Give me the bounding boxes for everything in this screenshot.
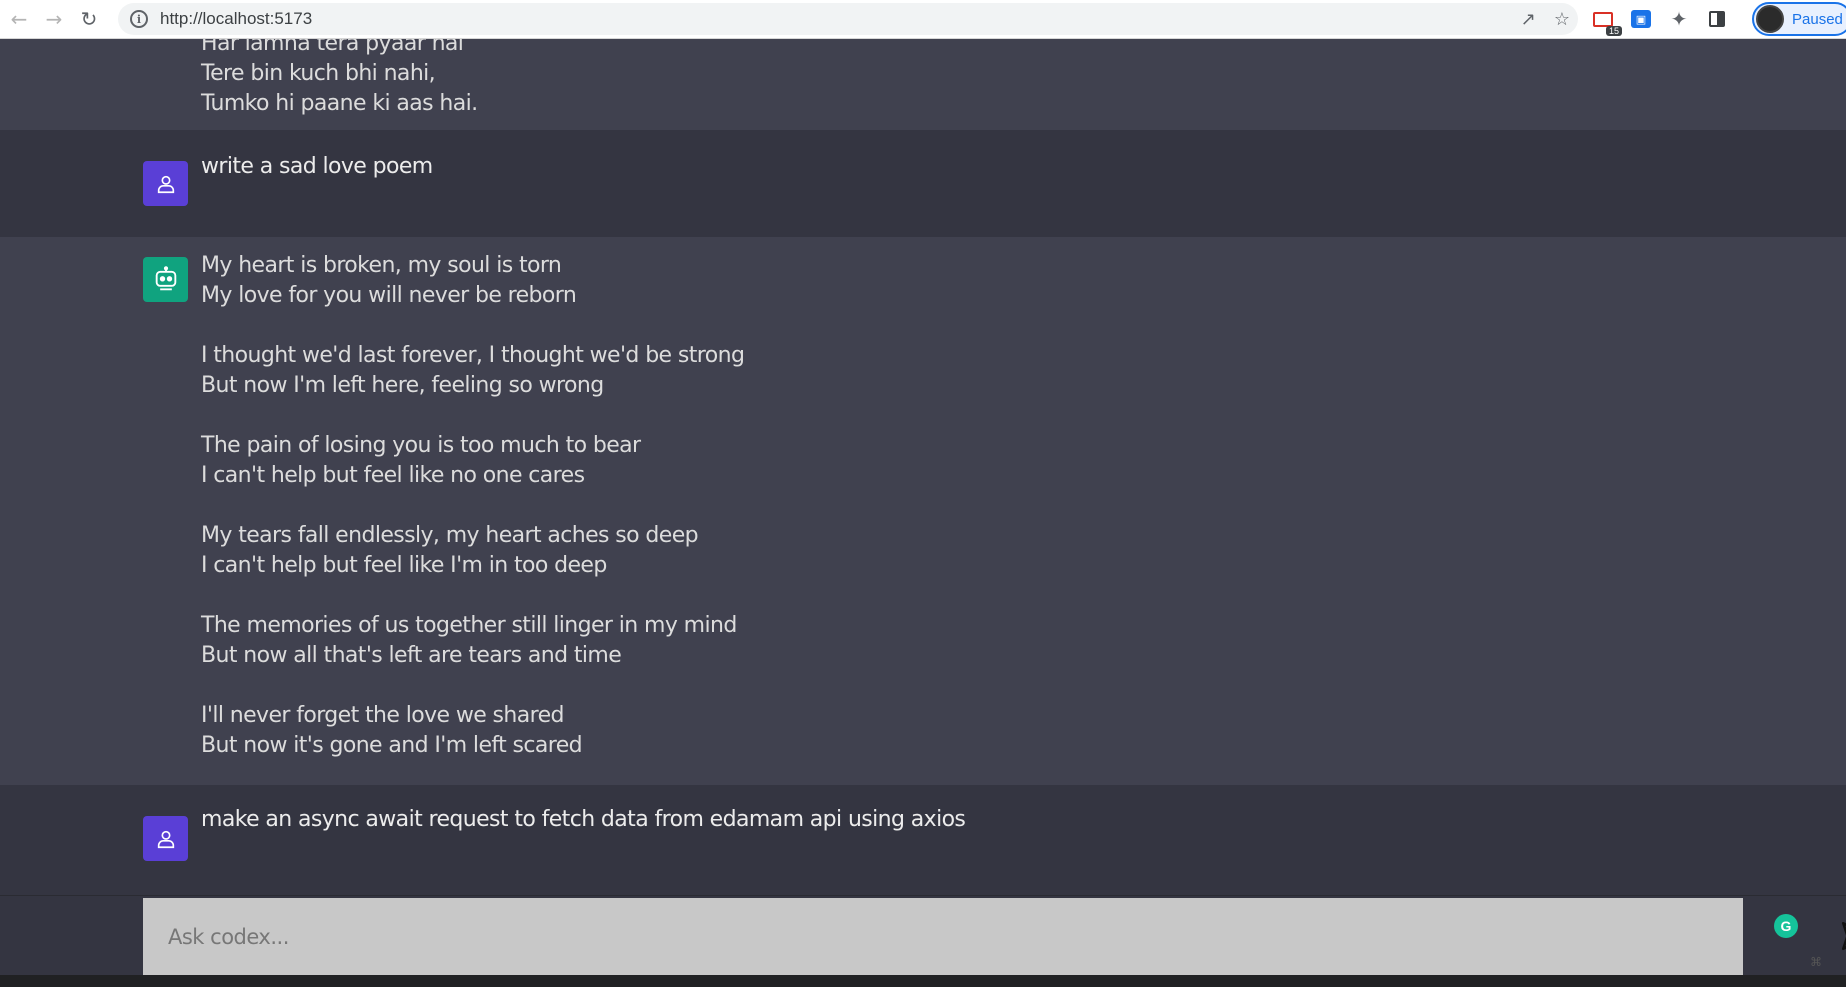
send-icon xyxy=(1841,921,1846,951)
bottom-strip xyxy=(0,975,1846,987)
user-avatar xyxy=(143,816,188,861)
prompt-box: G ⌘ xyxy=(143,898,1846,976)
share-icon[interactable]: ↗ xyxy=(1521,9,1536,30)
url-text[interactable]: http://localhost:5173 xyxy=(160,9,312,29)
user-message: make an async await request to fetch dat… xyxy=(0,785,1846,895)
bookmark-star-icon[interactable]: ☆ xyxy=(1554,9,1570,30)
back-icon[interactable]: ← xyxy=(3,3,35,35)
user-icon xyxy=(157,175,174,193)
address-bar[interactable]: i http://localhost:5173 ↗ ☆ xyxy=(118,3,1578,35)
user-message: write a sad love poem xyxy=(0,130,1846,237)
cast-extension-icon[interactable]: 15 xyxy=(1590,6,1622,36)
browser-toolbar: ← → ↻ i http://localhost:5173 ↗ ☆ 15 ▣ ✦… xyxy=(0,0,1846,39)
forward-icon[interactable]: → xyxy=(38,3,70,35)
send-button[interactable] xyxy=(1836,916,1846,956)
user-message-text: write a sad love poem xyxy=(201,154,433,179)
prompt-bar: G ⌘ xyxy=(0,895,1846,976)
robot-icon xyxy=(155,265,176,290)
chat-container: Har lamha tera pyaar hai Tere bin kuch b… xyxy=(0,39,1846,895)
resize-handle-icon[interactable]: ⌘ xyxy=(1810,955,1822,969)
profile-button[interactable]: Paused xyxy=(1752,2,1846,36)
user-message-text: make an async await request to fetch dat… xyxy=(201,807,966,832)
site-info-icon[interactable]: i xyxy=(130,10,148,28)
reader-extension-icon[interactable]: ▣ xyxy=(1628,6,1654,32)
reload-icon[interactable]: ↻ xyxy=(73,3,105,35)
bot-message-clipped-line: Har lamha tera pyaar hai xyxy=(201,39,464,56)
profile-avatar xyxy=(1756,5,1784,33)
profile-status: Paused xyxy=(1792,10,1843,28)
extensions-area: 15 ▣ ✦ xyxy=(1590,3,1730,36)
bot-message-partial: Har lamha tera pyaar hai Tere bin kuch b… xyxy=(0,39,1846,130)
grammarly-icon[interactable]: G xyxy=(1774,914,1798,938)
user-icon xyxy=(157,830,174,848)
extension-badge: 15 xyxy=(1605,26,1622,36)
user-avatar xyxy=(143,161,188,206)
bot-message: My heart is broken, my soul is torn My l… xyxy=(0,237,1846,785)
extensions-puzzle-icon[interactable]: ✦ xyxy=(1666,6,1692,32)
bot-avatar xyxy=(143,257,188,302)
side-panel-icon[interactable] xyxy=(1704,6,1730,32)
bot-message-text: My heart is broken, my soul is torn My l… xyxy=(201,253,745,758)
bot-message-text: Tere bin kuch bhi nahi, Tumko hi paane k… xyxy=(201,61,478,116)
prompt-input[interactable] xyxy=(168,925,1568,949)
